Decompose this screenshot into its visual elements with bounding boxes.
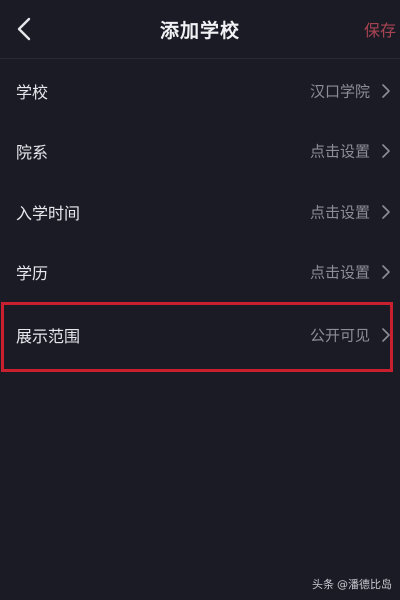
row-value: 汉口学院 (309, 82, 370, 101)
row-label: 入学时间 (16, 204, 81, 223)
top-nav-bar: 添加学校 保存 (0, 0, 400, 58)
watermark: 头条 @潘德比岛 (312, 576, 392, 592)
page-title: 添加学校 (159, 20, 240, 42)
row-value: 公开可见 (309, 326, 370, 345)
row-value: 点击设置 (309, 203, 370, 222)
header-divider (0, 58, 400, 59)
row-value: 点击设置 (309, 263, 370, 282)
row-label: 院系 (16, 143, 49, 162)
row-enrollment-time[interactable]: 入学时间 点击设置 (0, 182, 400, 242)
row-school[interactable]: 学校 汉口学院 (0, 61, 400, 121)
row-visibility[interactable]: 展示范围 公开可见 (0, 304, 400, 366)
row-label: 学校 (16, 83, 49, 102)
row-education[interactable]: 学历 点击设置 (0, 242, 400, 302)
row-department[interactable]: 院系 点击设置 (0, 121, 400, 181)
chevron-right-icon (380, 83, 392, 99)
watermark-source: 头条 (312, 578, 334, 591)
add-school-screen: 添加学校 保存 学校 汉口学院 院系 点击设置 入学时间 点击设置 学历 点击设… (0, 0, 400, 600)
save-button[interactable]: 保存 (364, 17, 396, 41)
row-label: 学历 (16, 264, 49, 283)
chevron-right-icon (380, 143, 392, 159)
chevron-right-icon (380, 264, 392, 280)
watermark-author: @潘德比岛 (337, 578, 392, 591)
row-value: 点击设置 (309, 142, 370, 161)
row-label: 展示范围 (16, 327, 81, 346)
chevron-right-icon (380, 327, 392, 343)
chevron-right-icon (380, 204, 392, 220)
